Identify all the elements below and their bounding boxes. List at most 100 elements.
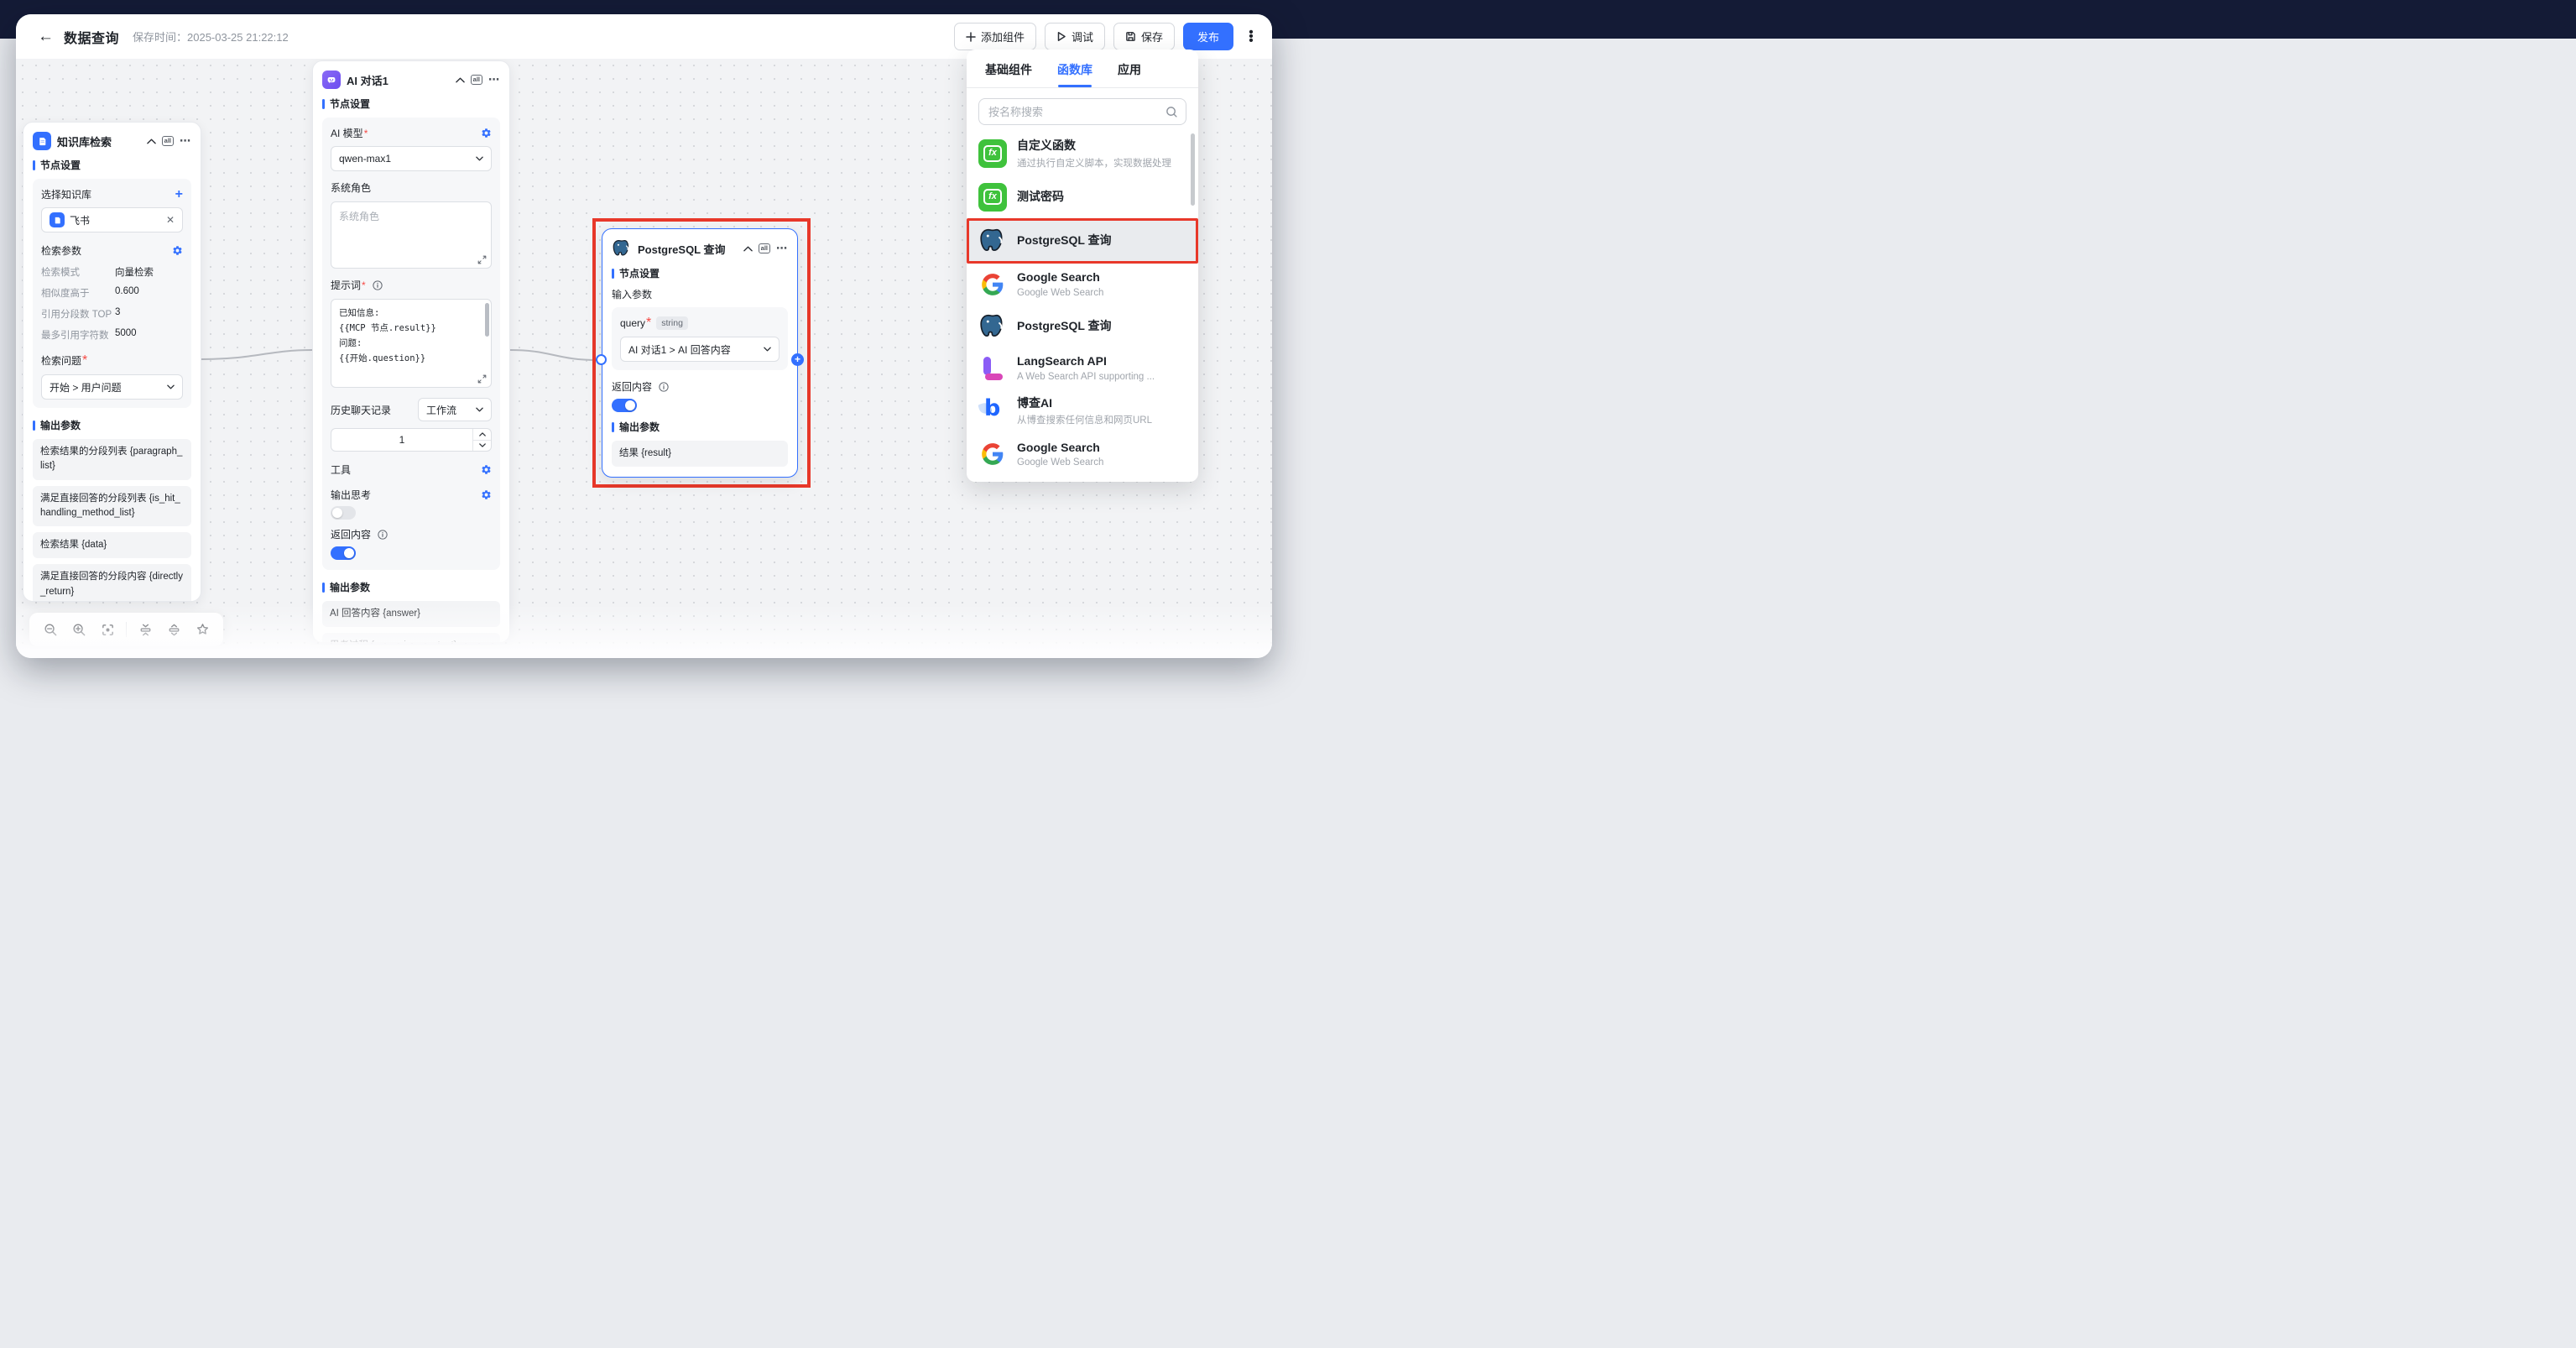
run-all-badge-icon[interactable]: all	[759, 243, 770, 253]
bocha-ai-icon: b	[978, 397, 1007, 426]
google-icon	[978, 270, 1007, 299]
spinner-down-icon[interactable]	[473, 441, 491, 452]
zoom-in-button[interactable]	[66, 617, 91, 642]
question-source-select[interactable]: 开始 > 用户问题	[41, 374, 183, 400]
postgresql-icon	[978, 227, 1007, 255]
node-knowledge-retrieval[interactable]: 知识库检索 all ⋯ 节点设置 选择知识库 + 飞书 ✕	[23, 122, 201, 602]
fit-view-button[interactable]	[95, 617, 120, 642]
run-all-badge-icon[interactable]: all	[162, 136, 174, 146]
list-item-postgresql-query[interactable]: PostgreSQL 查询	[967, 306, 1198, 347]
history-count-value[interactable]	[331, 429, 472, 451]
chevron-down-icon	[764, 347, 771, 352]
param-row: 引用分段数 TOP3	[41, 307, 183, 321]
return-content-label: 返回内容	[331, 529, 371, 541]
query-source-select[interactable]: AI 对话1 > AI 回答内容	[620, 337, 780, 362]
selected-knowledge-base[interactable]: 飞书 ✕	[41, 207, 183, 233]
collapse-all-button[interactable]	[133, 617, 158, 642]
output-param-row: 思考过程 {reasoning_content}	[322, 633, 500, 643]
add-component-button[interactable]: 添加组件	[954, 23, 1036, 50]
postgresql-icon	[978, 312, 1007, 341]
search-params-label: 检索参数	[41, 243, 81, 258]
zoom-out-button[interactable]	[38, 617, 63, 642]
list-item-test-password[interactable]: fx 测试密码	[967, 176, 1198, 218]
publish-button[interactable]: 发布	[1183, 23, 1233, 50]
param-row: 检索模式向量检索	[41, 265, 183, 279]
component-library-panel: 基础组件 函数库 应用 fx 自定义函数通过执行自定义脚本，实现数据处理 fx …	[967, 50, 1198, 482]
beautify-layout-button[interactable]	[190, 617, 215, 642]
feishu-doc-icon	[50, 212, 65, 227]
more-menu-icon[interactable]: •••	[1244, 30, 1259, 43]
info-icon	[373, 280, 383, 290]
tools-gear-icon[interactable]	[481, 464, 492, 475]
fx-icon: fx	[978, 183, 1007, 212]
output-param-row: 满足直接回答的分段列表 {is_hit_handling_method_list…	[33, 486, 191, 527]
node-ai-chat[interactable]: AI 对话1 all ⋯ 节点设置 AI 模型* qwen-max1 系统角色	[312, 60, 510, 643]
list-item-google-search[interactable]: Google SearchGoogle Web Search	[967, 264, 1198, 306]
list-item-langsearch-api[interactable]: LangSearch APIA Web Search API supportin…	[967, 347, 1198, 389]
langsearch-icon	[978, 354, 1007, 383]
toolbar-divider	[126, 622, 127, 637]
prompt-textarea[interactable]: 已知信息: {{MCP 节点.result}} 问题: {{开始.questio…	[331, 299, 492, 388]
prompt-label: 提示词	[331, 280, 361, 291]
collapse-node-icon[interactable]	[147, 138, 156, 144]
node-menu-icon[interactable]: ⋯	[488, 76, 500, 83]
list-item-google-search[interactable]: Google SearchGoogle Web Search	[967, 433, 1198, 475]
thinking-toggle[interactable]	[331, 506, 356, 520]
number-spinner[interactable]	[472, 429, 491, 451]
debug-button[interactable]: 调试	[1045, 23, 1105, 50]
collapse-node-icon[interactable]	[456, 77, 465, 83]
history-count-input[interactable]	[331, 428, 492, 452]
save-time-text: 保存时间：2025-03-25 21:22:12	[133, 29, 289, 44]
app-window: ← 数据查询 保存时间：2025-03-25 21:22:12 添加组件 调试 …	[16, 14, 1272, 658]
ai-model-select[interactable]: qwen-max1	[331, 146, 492, 171]
run-all-badge-icon[interactable]: all	[471, 75, 482, 85]
select-kb-label: 选择知识库	[41, 187, 91, 201]
tools-label: 工具	[331, 462, 351, 477]
add-knowledge-base-icon[interactable]: +	[175, 188, 183, 201]
input-port[interactable]	[596, 354, 607, 365]
panel-scrollbar[interactable]	[1191, 133, 1195, 206]
chevron-down-icon	[167, 384, 175, 389]
node-menu-icon[interactable]: ⋯	[180, 138, 191, 144]
system-role-label: 系统角色	[331, 182, 371, 194]
expand-icon[interactable]	[477, 255, 487, 264]
search-params-gear-icon[interactable]	[172, 245, 183, 256]
tab-function-library[interactable]: 函数库	[1056, 50, 1094, 87]
plus-icon	[966, 32, 976, 42]
param-row: 相似度高于0.600	[41, 286, 183, 300]
list-item-postgresql-query-highlighted[interactable]: PostgreSQL 查询	[967, 218, 1198, 264]
list-item-custom-function[interactable]: fx 自定义函数通过执行自定义脚本，实现数据处理	[967, 132, 1198, 176]
spinner-up-icon[interactable]	[473, 429, 491, 441]
collapse-node-icon[interactable]	[743, 246, 753, 252]
google-icon	[978, 440, 1007, 468]
expand-icon[interactable]	[477, 374, 487, 384]
expand-all-button[interactable]	[161, 617, 186, 642]
input-params-label: 输入参数	[612, 287, 788, 301]
node-postgresql-query[interactable]: PostgreSQL 查询 all ⋯ 节点设置 输入参数 query* str…	[602, 228, 798, 478]
save-button[interactable]: 保存	[1113, 23, 1175, 50]
postgresql-icon	[612, 238, 632, 259]
textarea-scrollbar[interactable]	[485, 303, 489, 337]
system-role-textarea[interactable]: 系统角色	[331, 201, 492, 269]
tab-basic-components[interactable]: 基础组件	[983, 50, 1034, 87]
page-title: 数据查询	[64, 27, 119, 47]
question-label: 检索问题	[41, 355, 81, 367]
thinking-gear-icon[interactable]	[481, 489, 492, 500]
model-settings-gear-icon[interactable]	[481, 128, 492, 138]
back-arrow-icon[interactable]: ←	[38, 28, 54, 46]
output-param-row: 结果 {result}	[612, 441, 788, 467]
list-item-bocha-ai[interactable]: b 博查AI从博查搜索任何信息和网页URL	[967, 389, 1198, 434]
return-content-toggle[interactable]	[612, 399, 637, 412]
history-mode-select[interactable]: 工作流	[418, 398, 492, 421]
search-input[interactable]	[978, 98, 1186, 125]
return-content-toggle[interactable]	[331, 546, 356, 560]
fx-icon: fx	[978, 139, 1007, 168]
add-connection-icon[interactable]: +	[791, 353, 804, 366]
section-node-settings: 节点设置	[612, 266, 788, 280]
panel-tabs: 基础组件 函数库 应用	[967, 50, 1198, 88]
remove-kb-icon[interactable]: ✕	[166, 214, 175, 226]
ai-chat-icon	[322, 71, 341, 89]
node-menu-icon[interactable]: ⋯	[776, 245, 788, 252]
tab-applications[interactable]: 应用	[1116, 50, 1143, 87]
canvas-toolbar	[29, 613, 223, 646]
